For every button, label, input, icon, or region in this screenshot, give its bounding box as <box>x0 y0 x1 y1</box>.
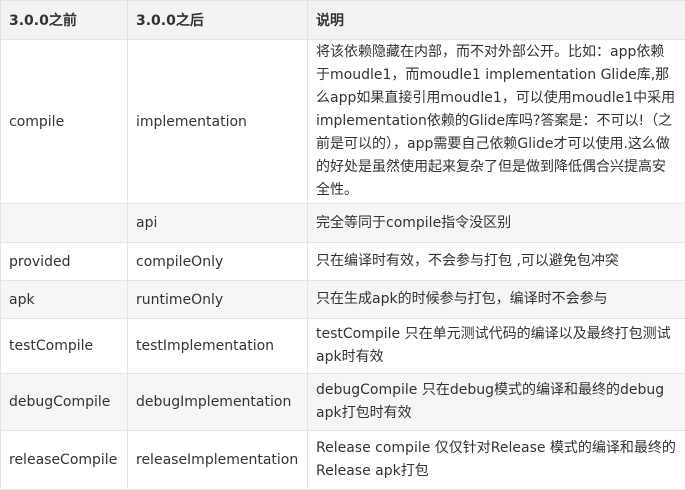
after-cell: api <box>128 204 308 243</box>
description-cell: 只在编译时有效，不会参与打包 ,可以避免包冲突 <box>308 243 685 281</box>
before-cell: releaseCompile <box>1 431 128 490</box>
header-after-3-0-0: 3.0.0之后 <box>128 1 308 40</box>
after-cell: implementation <box>128 40 308 204</box>
header-description: 说明 <box>308 1 685 40</box>
table-row: debugCompile debugImplementation debugCo… <box>1 374 685 431</box>
before-cell: testCompile <box>1 319 128 374</box>
description-cell: testCompile 只在单元测试代码的编译以及最终打包测试apk时有效 <box>308 319 685 374</box>
header-row: 3.0.0之前 3.0.0之后 说明 <box>1 1 685 40</box>
after-cell: compileOnly <box>128 243 308 281</box>
table-row: testCompile testImplementation testCompi… <box>1 319 685 374</box>
description-cell: 只在生成apk的时候参与打包，编译时不会参与 <box>308 281 685 319</box>
description-cell: 完全等同于compile指令没区别 <box>308 204 685 243</box>
table-row: api 完全等同于compile指令没区别 <box>1 204 685 243</box>
before-cell <box>1 204 128 243</box>
after-cell: runtimeOnly <box>128 281 308 319</box>
table-row: apk runtimeOnly 只在生成apk的时候参与打包，编译时不会参与 <box>1 281 685 319</box>
comparison-table: 3.0.0之前 3.0.0之后 说明 compile implementatio… <box>0 0 685 490</box>
after-cell: debugImplementation <box>128 374 308 431</box>
table-row: provided compileOnly 只在编译时有效，不会参与打包 ,可以避… <box>1 243 685 281</box>
description-cell: Release compile 仅仅针对Release 模式的编译和最终的Rel… <box>308 431 685 490</box>
table-row: releaseCompile releaseImplementation Rel… <box>1 431 685 490</box>
after-cell: releaseImplementation <box>128 431 308 490</box>
table-row: compile implementation 将该依赖隐藏在内部，而不对外部公开… <box>1 40 685 204</box>
description-cell: debugCompile 只在debug模式的编译和最终的debug apk打包… <box>308 374 685 431</box>
before-cell: provided <box>1 243 128 281</box>
before-cell: compile <box>1 40 128 204</box>
after-cell: testImplementation <box>128 319 308 374</box>
description-cell: 将该依赖隐藏在内部，而不对外部公开。比如：app依赖于moudle1，而moud… <box>308 40 685 204</box>
before-cell: apk <box>1 281 128 319</box>
before-cell: debugCompile <box>1 374 128 431</box>
header-before-3-0-0: 3.0.0之前 <box>1 1 128 40</box>
